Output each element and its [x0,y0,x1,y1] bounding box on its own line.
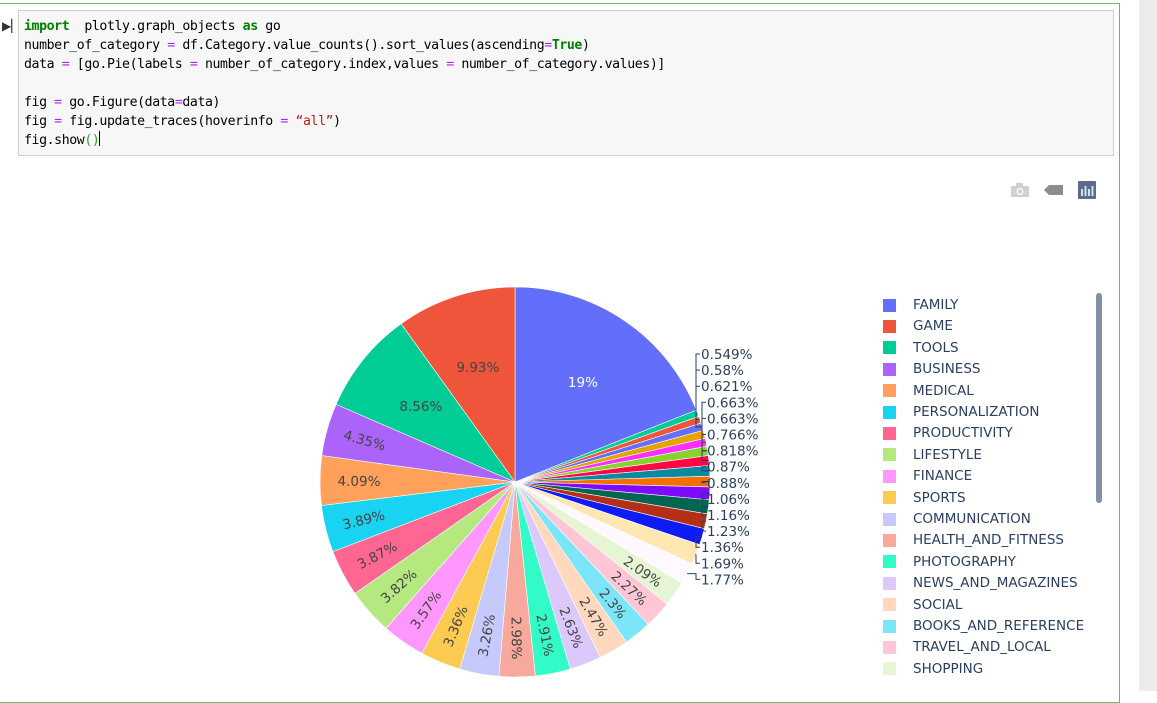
legend-item[interactable]: COMMUNICATION [876,509,1031,529]
legend-label: COMMUNICATION [913,511,1031,527]
slice-label: 1.16% [707,508,750,524]
slice-label: 0.621% [701,379,753,395]
legend-swatch [883,319,896,333]
legend-item[interactable]: TRAVEL_AND_LOCAL [876,637,1051,657]
legend-label: LIFESTYLE [913,446,982,463]
legend-label: SPORTS [913,489,966,506]
slice-label: 1.77% [701,572,744,588]
legend-label: GAME [913,318,953,335]
slice-label: 1.06% [707,492,750,508]
legend-item[interactable]: TOOLS [876,338,959,358]
slice-label: 8.56% [399,399,442,415]
slice-label: 0.818% [707,444,759,460]
legend-item[interactable]: FAMILY [876,295,958,315]
legend-item[interactable]: FINANCE [876,466,972,486]
legend-swatch [883,384,896,398]
legend-item[interactable]: PHOTOGRAPHY [876,552,1016,572]
legend-swatch [883,662,896,676]
legend-swatch [883,362,896,376]
slice-label: 0.663% [707,395,759,411]
legend-item[interactable]: PERSONALIZATION [876,402,1039,422]
slice-label: 9.93% [456,360,499,376]
slice-label: 1.23% [707,524,750,540]
legend-swatch [883,533,896,547]
legend-label: BOOKS_AND_REFERENCE [913,618,1085,634]
chart-legend: FAMILY GAME TOOLS BUSINESS MEDICAL PERSONALIZ… [876,293,1096,683]
legend-swatch [883,512,896,526]
legend-label: PRODUCTIVITY [913,425,1013,442]
legend-swatch [883,640,896,654]
legend-label: BUSINESS [913,361,981,378]
legend-swatch [883,341,896,355]
legend-swatch [883,469,896,483]
legend-item[interactable]: SHOPPING [876,659,983,679]
legend-label: PHOTOGRAPHY [913,553,1016,570]
leader-line [695,353,700,414]
legend-item[interactable]: PRODUCTIVITY [876,423,1013,443]
legend-label: NEWS_AND_MAGAZINES [913,575,1078,592]
slice-label: 0.87% [707,460,750,476]
legend-label: MEDICAL [913,382,974,399]
slice-label: 0.58% [701,363,744,379]
legend-item[interactable]: GAME [876,316,953,336]
legend-swatch [883,619,896,633]
legend-item[interactable]: BUSINESS [876,359,980,379]
leader-line [695,553,700,564]
slice-label: 0.549% [701,347,753,363]
slice-label: 0.766% [707,428,759,444]
legend-item[interactable]: SOCIAL [876,595,962,615]
leader-line [687,573,700,580]
legend-label: TOOLS [913,339,959,356]
legend-swatch [883,491,896,505]
legend-label: SOCIAL [913,596,963,613]
legend-label: FAMILY [913,297,959,313]
legend-label: FINANCE [913,468,973,485]
legend-swatch [883,426,896,440]
slice-label: 19% [568,375,598,391]
legend-swatch [883,555,896,569]
legend-swatch [883,448,896,462]
legend-item[interactable]: LIFESTYLE [876,445,982,465]
slice-label: 1.36% [701,540,744,556]
slice-label: 1.69% [701,556,744,572]
legend-item[interactable]: HEALTH_AND_FITNESS [876,530,1064,550]
legend-label: SHOPPING [913,660,984,677]
legend-label: PERSONALIZATION [913,404,1040,420]
legend-label: HEALTH_AND_FITNESS [913,532,1064,549]
legend-scrollbar[interactable] [1096,293,1102,503]
slice-label: 0.88% [707,476,750,492]
legend-swatch [883,405,896,419]
legend-swatch [883,598,896,612]
legend-swatch [883,576,896,590]
legend-label: TRAVEL_AND_LOCAL [913,639,1051,656]
slice-label: 4.09% [337,474,380,490]
slice-label: 0.663% [707,411,759,427]
legend-swatch [883,298,896,312]
legend-item[interactable]: BOOKS_AND_REFERENCE [876,616,1084,636]
legend-item[interactable]: MEDICAL [876,381,974,401]
legend-item[interactable]: NEWS_AND_MAGAZINES [876,573,1078,593]
slice-label: 2.98% [507,616,523,659]
legend-item[interactable]: SPORTS [876,488,966,508]
